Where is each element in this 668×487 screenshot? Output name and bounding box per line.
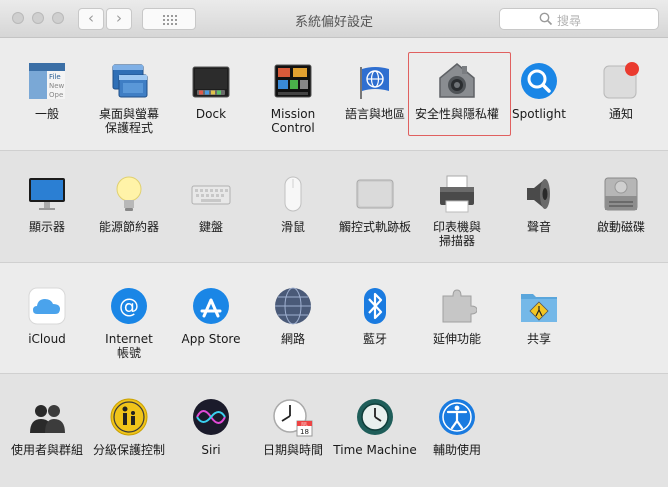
spotlight-icon	[521, 63, 557, 99]
system-preferences-window: ‹ › 系統偏好設定 搜尋 File New Ope 一般 桌面與螢幕 保護程式…	[0, 0, 668, 487]
general-icon: File New Ope	[29, 63, 65, 99]
pane-label: 能源節約器	[98, 220, 159, 234]
mouse-icon	[284, 176, 302, 212]
sharing-icon	[521, 294, 557, 322]
dock-icon	[192, 66, 230, 98]
pane-label: 聲音	[526, 220, 551, 234]
pane-label: 印表機與 掃描器	[432, 220, 481, 248]
internet-accounts-icon: @	[111, 288, 147, 324]
time-machine-icon	[357, 399, 393, 435]
pane-label: 桌面與螢幕 保護程式	[98, 107, 159, 135]
bluetooth-icon	[364, 288, 386, 324]
pane-label: 日期與時間	[262, 443, 323, 457]
startup-disk-icon	[604, 177, 638, 211]
title-bar: ‹ › 系統偏好設定 搜尋	[0, 0, 668, 38]
pane-label: 網路	[280, 332, 305, 346]
general-file-text: File	[49, 73, 61, 81]
section-system: 使用者與群組 分級保護控制 Siri JUL 18 日期與時間 Time Mac…	[0, 373, 668, 487]
pane-label: Internet 帳號	[105, 332, 153, 360]
search-placeholder: 搜尋	[557, 14, 582, 28]
pane-label: 一般	[34, 107, 59, 121]
pane-label: 啟動磁碟	[596, 220, 645, 234]
trackpad-icon	[356, 179, 394, 209]
selection-highlight	[408, 52, 511, 136]
search-field[interactable]: 搜尋	[499, 8, 659, 30]
calendar-month-text: JUL	[300, 421, 308, 426]
app-store-icon	[193, 288, 229, 324]
pane-label: Siri	[201, 443, 221, 457]
section-hardware: 顯示器 能源節約器 鍵盤 滑鼠 觸控式軌跡板 印表機與 掃描器 聲音 啟動磁碟	[0, 150, 668, 262]
date-time-icon: JUL 18	[273, 399, 313, 437]
pane-label: iCloud	[28, 332, 66, 346]
printers-scanners-icon	[440, 175, 474, 213]
pane-label: 輔助使用	[432, 443, 481, 457]
mission-control-icon	[274, 64, 312, 98]
parental-controls-icon	[110, 398, 148, 436]
pane-label: 通知	[608, 107, 633, 121]
desktop-screensaver-icon	[112, 64, 148, 98]
extensions-icon	[442, 289, 477, 323]
pane-label: 分級保護控制	[92, 443, 165, 457]
pane-label: Time Machine	[333, 443, 417, 457]
notifications-icon	[603, 62, 639, 99]
svg-text:@: @	[119, 294, 139, 318]
pane-label: Mission Control	[270, 107, 316, 135]
pane-label: 語言與地區	[344, 107, 405, 121]
language-region-icon	[360, 67, 389, 99]
network-icon	[275, 287, 311, 325]
pane-label: 滑鼠	[280, 220, 305, 234]
pane-label: 顯示器	[28, 220, 65, 234]
icloud-icon	[28, 287, 66, 325]
pane-label: App Store	[181, 332, 241, 346]
general-open-text: Ope	[49, 91, 63, 99]
section-internet-wireless: iCloud @ Internet 帳號 App Store 網路 藍牙 延伸功…	[0, 262, 668, 373]
pane-label: 觸控式軌跡板	[338, 220, 411, 234]
general-new-text: New	[49, 82, 65, 90]
energy-saver-icon	[116, 176, 142, 211]
pane-label: 共享	[526, 332, 551, 346]
siri-icon	[193, 399, 229, 435]
keyboard-icon	[191, 185, 231, 205]
sound-icon	[527, 179, 550, 209]
pane-label: Dock	[195, 107, 227, 121]
search-icon	[539, 12, 553, 26]
pane-label: 藍牙	[362, 332, 387, 346]
pane-label: 使用者與群組	[10, 443, 83, 457]
section-personal: File New Ope 一般 桌面與螢幕 保護程式 Dock Mission …	[0, 38, 668, 149]
users-groups-icon	[30, 405, 65, 433]
calendar-day-text: 18	[300, 428, 309, 436]
displays-icon	[29, 178, 65, 210]
pane-label: 鍵盤	[198, 220, 223, 234]
accessibility-icon	[439, 399, 475, 435]
pane-label: 延伸功能	[432, 332, 481, 346]
